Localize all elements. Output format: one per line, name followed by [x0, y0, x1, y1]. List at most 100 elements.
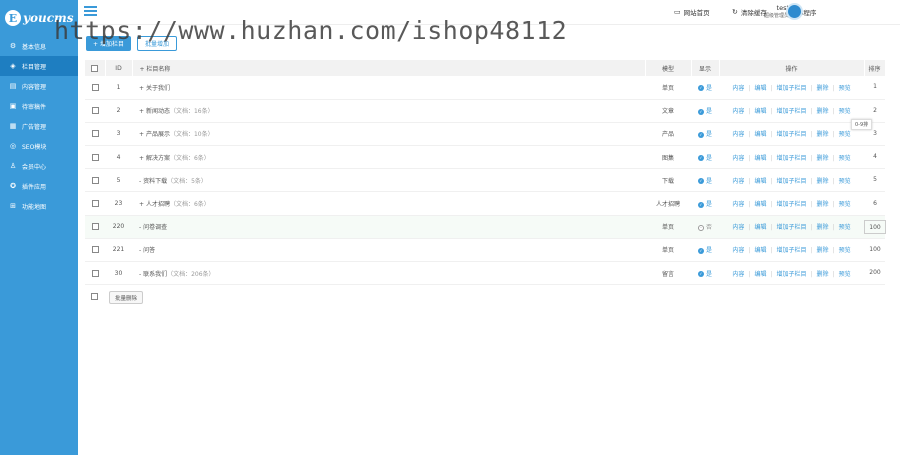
display-toggle[interactable]: ✓ 是 [697, 108, 712, 115]
display-toggle[interactable]: ✓ 是 [697, 155, 712, 162]
op-link[interactable]: 删除 [817, 85, 829, 92]
row-checkbox[interactable] [91, 269, 99, 277]
site-home-link[interactable]: ▭ 网站首页 [674, 7, 710, 17]
avatar[interactable] [786, 3, 803, 20]
op-link[interactable]: 增加子栏目 [776, 201, 806, 208]
sidebar-item-gear[interactable]: ⚙ 基本信息 [0, 36, 78, 56]
row-checkbox[interactable] [91, 130, 99, 138]
sidebar-item-audit[interactable]: ▣ 待审稿件 [0, 96, 78, 116]
display-toggle[interactable]: ✓ 是 [697, 131, 712, 138]
sidebar-item-seo[interactable]: ◎ SEO模块 [0, 136, 78, 156]
expand-toggle[interactable]: - [139, 224, 141, 231]
op-link[interactable]: 内容 [732, 108, 744, 115]
op-link[interactable]: 增加子栏目 [776, 247, 806, 254]
op-link[interactable]: 内容 [732, 155, 744, 162]
category-name[interactable]: 问卷调查 [143, 224, 167, 231]
op-link[interactable]: 删除 [817, 155, 829, 162]
logo[interactable]: E youcms [0, 0, 78, 36]
op-link[interactable]: 预览 [839, 108, 851, 115]
sort-input[interactable]: 100 [864, 243, 886, 257]
op-link[interactable]: 编辑 [754, 201, 766, 208]
display-toggle[interactable]: ✓ 是 [697, 271, 712, 278]
footer-select-all-checkbox[interactable] [91, 293, 98, 300]
op-link[interactable]: 增加子栏目 [776, 224, 806, 231]
op-link[interactable]: 内容 [732, 178, 744, 185]
row-checkbox[interactable] [91, 83, 99, 91]
op-link[interactable]: 预览 [839, 201, 851, 208]
op-link[interactable]: 内容 [732, 271, 744, 278]
op-link[interactable]: 预览 [839, 247, 851, 254]
expand-toggle[interactable]: - [139, 271, 141, 278]
op-link[interactable]: 编辑 [754, 108, 766, 115]
category-name[interactable]: 问答 [143, 247, 155, 254]
display-toggle[interactable]: ✓ 是 [697, 85, 712, 92]
sort-input[interactable]: 100 [864, 219, 886, 234]
op-link[interactable]: 增加子栏目 [776, 155, 806, 162]
add-category-button[interactable]: + 增加栏目 [86, 36, 131, 51]
op-link[interactable]: 编辑 [754, 85, 766, 92]
expand-toggle[interactable]: + [139, 108, 144, 115]
category-name[interactable]: 产品展示 [146, 131, 170, 138]
op-link[interactable]: 预览 [839, 271, 851, 278]
display-toggle[interactable]: – 否 [697, 224, 712, 231]
display-toggle[interactable]: ✓ 是 [697, 247, 712, 254]
op-link[interactable]: 增加子栏目 [776, 178, 806, 185]
menu-toggle-icon[interactable] [84, 6, 97, 18]
sidebar-item-user[interactable]: ♙ 会员中心 [0, 156, 78, 176]
op-link[interactable]: 编辑 [754, 247, 766, 254]
batch-delete-button[interactable]: 批量删除 [109, 291, 143, 304]
expand-toggle[interactable]: - [139, 247, 141, 254]
op-link[interactable]: 删除 [817, 201, 829, 208]
op-link[interactable]: 删除 [817, 224, 829, 231]
sort-input[interactable]: 6 [864, 197, 886, 211]
sort-input[interactable]: 4 [864, 150, 886, 164]
sort-input[interactable]: 2 [864, 104, 886, 118]
sidebar-item-plugin[interactable]: ✪ 插件应用 [0, 176, 78, 196]
expand-toggle[interactable]: + [139, 201, 144, 208]
op-link[interactable]: 编辑 [754, 271, 766, 278]
op-link[interactable]: 预览 [839, 155, 851, 162]
op-link[interactable]: 删除 [817, 178, 829, 185]
display-toggle[interactable]: ✓ 是 [697, 201, 712, 208]
category-name[interactable]: 关于我们 [146, 85, 170, 92]
op-link[interactable]: 增加子栏目 [776, 271, 806, 278]
op-link[interactable]: 内容 [732, 224, 744, 231]
category-name[interactable]: 人才招聘 [146, 201, 170, 208]
row-checkbox[interactable] [91, 153, 99, 161]
op-link[interactable]: 编辑 [754, 131, 766, 138]
op-link[interactable]: 删除 [817, 131, 829, 138]
expand-toggle[interactable]: + [139, 155, 144, 162]
op-link[interactable]: 预览 [839, 131, 851, 138]
op-link[interactable]: 内容 [732, 201, 744, 208]
op-link[interactable]: 预览 [839, 85, 851, 92]
header-name[interactable]: + 栏目名称 [132, 60, 646, 76]
op-link[interactable]: 增加子栏目 [776, 131, 806, 138]
sidebar-item-ad[interactable]: ▦ 广告管理 [0, 116, 78, 136]
op-link[interactable]: 预览 [839, 178, 851, 185]
sort-input[interactable]: 5 [864, 173, 886, 187]
sidebar-item-layers[interactable]: ◈ 栏目管理 [0, 56, 78, 76]
category-name[interactable]: 联系我们 [143, 271, 167, 278]
op-link[interactable]: 删除 [817, 247, 829, 254]
expand-toggle[interactable]: + [139, 131, 144, 138]
row-checkbox[interactable] [91, 223, 99, 231]
chevron-down-icon[interactable]: ⌄ [806, 8, 811, 15]
sidebar-item-map[interactable]: ⊞ 功能地图 [0, 196, 78, 216]
op-link[interactable]: 删除 [817, 271, 829, 278]
category-name[interactable]: 资料下载 [143, 178, 167, 185]
expand-toggle[interactable]: - [139, 178, 141, 185]
op-link[interactable]: 删除 [817, 108, 829, 115]
op-link[interactable]: 编辑 [754, 178, 766, 185]
op-link[interactable]: 内容 [732, 85, 744, 92]
display-toggle[interactable]: ✓ 是 [697, 178, 712, 185]
row-checkbox[interactable] [91, 200, 99, 208]
op-link[interactable]: 内容 [732, 131, 744, 138]
category-name[interactable]: 解决方案 [146, 155, 170, 162]
sort-input[interactable]: 1 [864, 80, 886, 94]
category-name[interactable]: 新闻动态 [146, 108, 170, 115]
op-link[interactable]: 预览 [839, 224, 851, 231]
batch-add-button[interactable]: 批量增加 [137, 36, 177, 51]
user-info[interactable]: test 超级管理员 [739, 4, 789, 20]
op-link[interactable]: 内容 [732, 247, 744, 254]
op-link[interactable]: 增加子栏目 [776, 108, 806, 115]
